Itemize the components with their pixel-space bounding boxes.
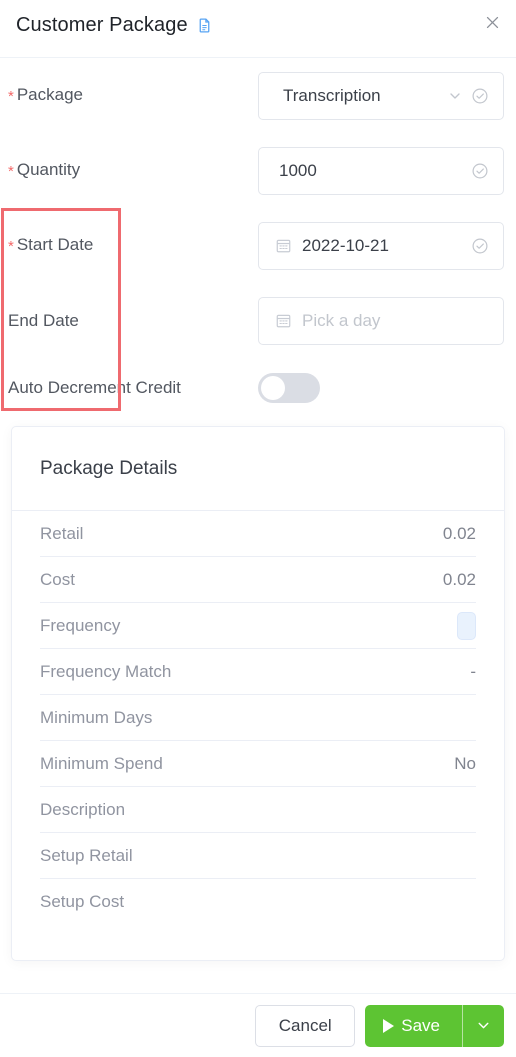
detail-value: 0.02 xyxy=(442,569,476,589)
chevron-down-icon xyxy=(478,1022,489,1029)
dialog-footer: Cancel Save xyxy=(0,993,516,1057)
label-package-text: Package xyxy=(16,85,84,104)
save-button-label: Save xyxy=(401,1015,440,1035)
detail-label: Setup Cost xyxy=(40,891,125,911)
cancel-button[interactable]: Cancel xyxy=(255,1004,356,1047)
detail-value: No xyxy=(454,753,476,773)
detail-row-minimum-spend: Minimum Spend No xyxy=(40,741,476,787)
document-icon[interactable] xyxy=(196,16,213,35)
label-end-date-text: End Date xyxy=(8,310,79,330)
package-details-list: Retail 0.02 Cost 0.02 Frequency Frequenc… xyxy=(12,511,504,924)
detail-label: Retail xyxy=(40,523,84,543)
start-date-input[interactable]: 2022-10-21 xyxy=(258,221,504,270)
detail-label: Minimum Days xyxy=(40,707,153,727)
form-area: *Package Transcription *Quantity 1000 xyxy=(0,58,516,418)
label-package: * Package xyxy=(8,84,258,107)
chevron-down-icon[interactable] xyxy=(447,88,463,104)
detail-row-cost: Cost 0.02 xyxy=(40,557,476,603)
detail-label: Frequency xyxy=(40,615,121,635)
package-select-value: Transcription xyxy=(283,85,381,105)
calendar-icon xyxy=(275,237,292,254)
package-select[interactable]: Transcription xyxy=(258,71,504,120)
control-start-date: 2022-10-21 xyxy=(258,221,506,270)
detail-label: Frequency Match xyxy=(40,661,172,681)
label-start-date: * Start Date xyxy=(8,234,258,257)
play-icon xyxy=(383,1018,395,1033)
required-marker: * xyxy=(8,238,14,255)
save-dropdown-button[interactable] xyxy=(462,1004,504,1047)
detail-row-minimum-days: Minimum Days xyxy=(40,695,476,741)
start-date-value: 2022-10-21 xyxy=(302,235,389,255)
control-end-date: Pick a day xyxy=(258,296,506,345)
detail-value: 0.02 xyxy=(442,523,476,543)
form-row-package: * Package Transcription xyxy=(0,58,516,133)
form-row-end-date: End Date Pick a day xyxy=(0,283,516,358)
label-auto-decrement-credit: Auto Decrement Credit xyxy=(8,378,181,397)
auto-decrement-credit-toggle[interactable] xyxy=(258,373,320,403)
detail-label: Description xyxy=(40,799,126,819)
package-details-header: Package Details xyxy=(12,427,504,511)
save-split-button: Save xyxy=(365,1004,504,1047)
form-row-auto-decrement-credit: Auto Decrement Credit xyxy=(0,358,516,418)
calendar-icon xyxy=(275,312,292,329)
label-quantity: * Quantity xyxy=(8,159,258,182)
frequency-empty-tag xyxy=(457,611,476,640)
check-circle-icon xyxy=(471,162,489,180)
form-row-start-date: * Start Date 2022-10-21 xyxy=(0,208,516,283)
close-icon[interactable] xyxy=(481,11,503,33)
control-package: Transcription xyxy=(258,71,506,120)
detail-row-setup-retail: Setup Retail xyxy=(40,833,476,879)
end-date-input[interactable]: Pick a day xyxy=(258,296,504,345)
detail-row-setup-cost: Setup Cost xyxy=(40,879,476,924)
dialog-header: Customer Package xyxy=(0,0,516,58)
detail-label: Cost xyxy=(40,569,75,589)
package-details-card: Package Details Retail 0.02 Cost 0.02 Fr… xyxy=(11,426,505,961)
detail-label: Minimum Spend xyxy=(40,753,163,773)
control-quantity: 1000 xyxy=(258,146,506,195)
check-circle-icon xyxy=(471,237,489,255)
package-details-title: Package Details xyxy=(40,457,178,479)
quantity-input[interactable]: 1000 xyxy=(258,146,504,195)
required-marker: * xyxy=(8,163,14,180)
toggle-knob xyxy=(261,376,285,400)
detail-row-description: Description xyxy=(40,787,476,833)
dialog-title-wrap: Customer Package xyxy=(16,12,213,38)
card-bottom-padding xyxy=(12,924,504,960)
detail-label: Setup Retail xyxy=(40,845,133,865)
form-row-quantity: * Quantity 1000 xyxy=(0,133,516,208)
detail-row-frequency: Frequency xyxy=(40,603,476,649)
end-date-placeholder: Pick a day xyxy=(302,310,381,330)
save-button[interactable]: Save xyxy=(365,1004,462,1047)
detail-row-retail: Retail 0.02 xyxy=(40,511,476,557)
check-circle-icon xyxy=(471,87,489,105)
page-title: Customer Package xyxy=(16,14,188,36)
label-quantity-text: Quantity xyxy=(16,160,81,179)
quantity-input-value: 1000 xyxy=(279,160,317,180)
detail-row-frequency-match: Frequency Match - xyxy=(40,649,476,695)
label-end-date: End Date xyxy=(8,310,258,332)
required-marker: * xyxy=(8,88,14,105)
detail-value: - xyxy=(470,661,476,681)
label-start-date-text: Start Date xyxy=(16,235,94,254)
